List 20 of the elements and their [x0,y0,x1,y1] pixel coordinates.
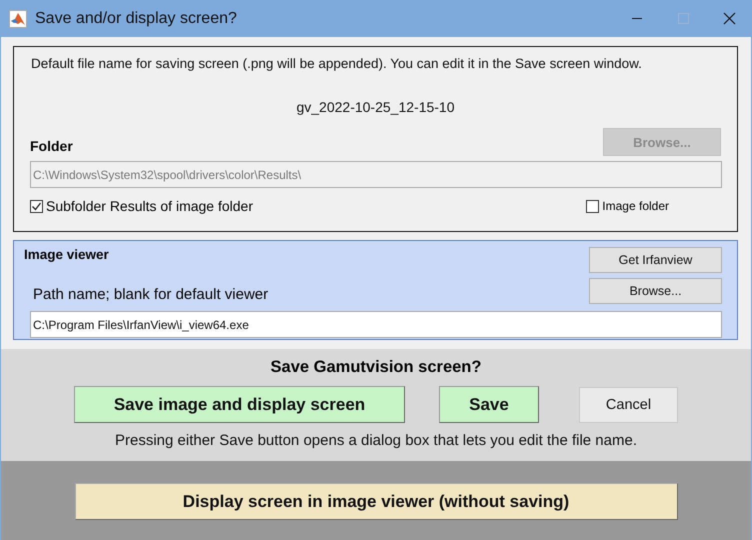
app-logo-icon [9,10,27,28]
description-text: Default file name for saving screen (.png will be appended). You can edit it in the Save screen window. [31,56,643,71]
path-field[interactable]: C:\Program Files\IrfanView\i_view64.exe [30,311,722,338]
checkbox[interactable] [30,200,43,212]
save-button[interactable]: Save [439,386,539,423]
checkbox[interactable] [586,200,600,212]
hint-text: Pressing either Save button opens a dialog box that lets you edit the file name. [115,432,637,449]
cancel-button[interactable]: Cancel [579,386,678,422]
checkbox-label[interactable]: Image folder [602,199,669,213]
folder-label: Folder [30,138,73,154]
path-label: Path name; blank for default viewer [32,286,270,306]
checkbox-label[interactable]: Subfolder Results of image folder [46,198,253,214]
browse-button[interactable]: Browse... [589,278,722,304]
display-button[interactable]: Display screen in image viewer (without saving) [74,483,678,520]
window-title: Save and/or display screen? [35,10,237,28]
section-title: Image viewer [24,247,110,264]
get-irfanview-button[interactable]: Get Irfanview [589,247,722,273]
save-button[interactable]: Save image and display screen [74,386,405,423]
file-name: gv_2022-10-25_12-15-10 [295,99,456,115]
save-question: Save Gamutvision screen? [270,358,482,377]
